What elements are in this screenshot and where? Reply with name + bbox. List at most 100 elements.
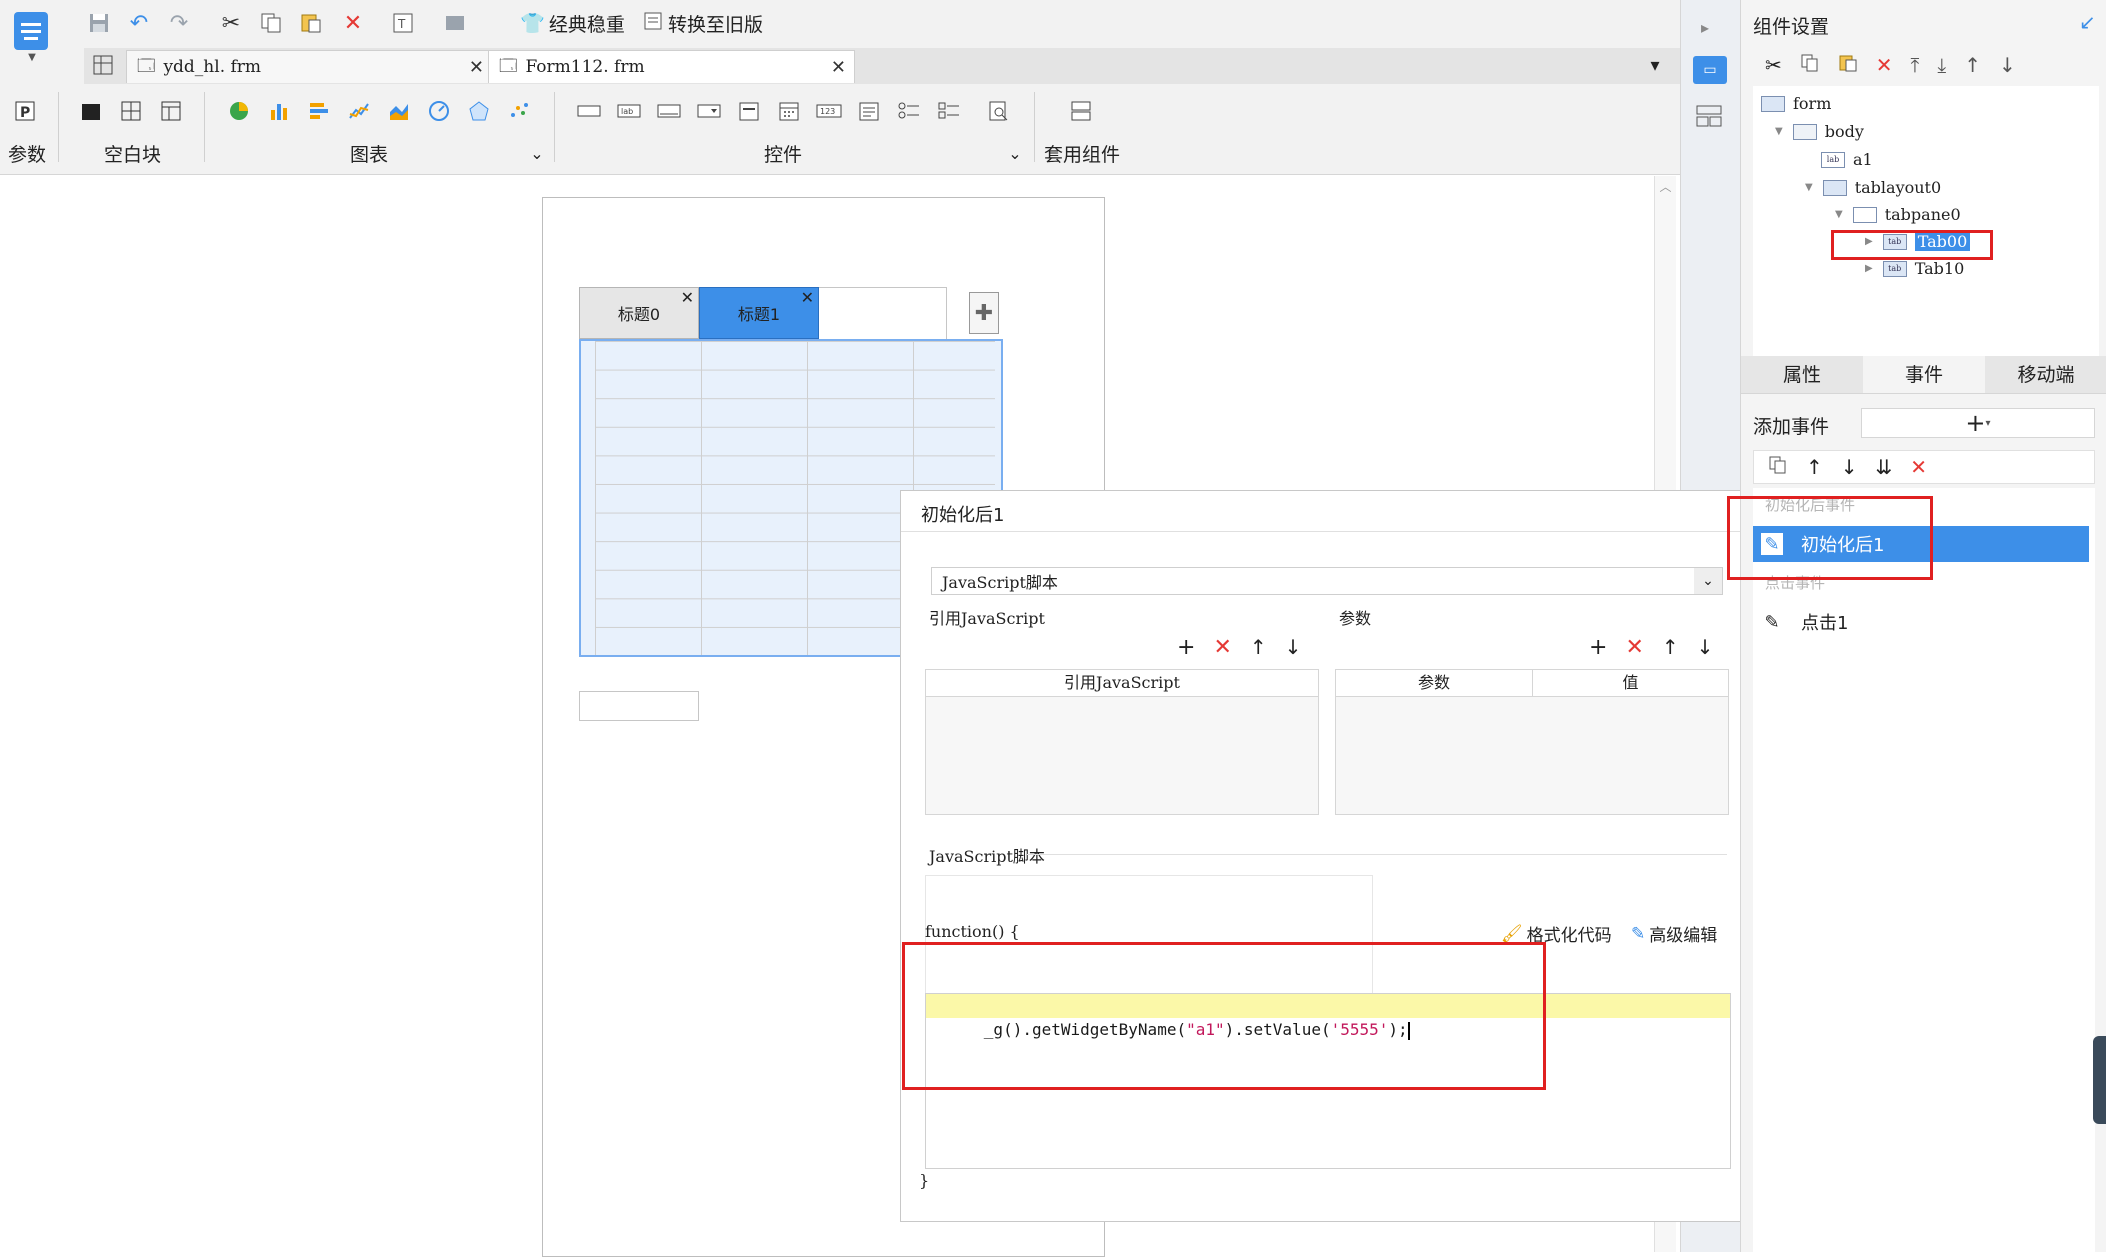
- area-chart-icon[interactable]: [384, 96, 414, 126]
- file-tab-form112[interactable]: 🗔 Form112. frm ✕: [488, 50, 855, 83]
- tree-node-a1[interactable]: lab a1: [1821, 150, 1873, 169]
- chevron-down-icon[interactable]: ⌄: [1694, 568, 1722, 594]
- paste-icon[interactable]: [1838, 53, 1858, 78]
- chevron-down-icon[interactable]: ⌄: [1000, 138, 1030, 168]
- query-widget-icon[interactable]: [984, 96, 1014, 126]
- close-icon[interactable]: ✕: [469, 57, 484, 78]
- copy-icon[interactable]: [1768, 455, 1788, 480]
- edge-handle[interactable]: [2093, 1036, 2106, 1124]
- sort-down-icon[interactable]: ⇊: [1876, 455, 1893, 479]
- date-widget-icon[interactable]: [734, 96, 764, 126]
- tree-node-tab10[interactable]: ▶ tab Tab10: [1865, 259, 1964, 278]
- move-down-icon[interactable]: ↓: [1285, 635, 1302, 659]
- textbox-widget-icon[interactable]: [574, 96, 604, 126]
- delete-icon[interactable]: ✕: [1876, 53, 1893, 77]
- close-icon[interactable]: ✕: [681, 288, 694, 307]
- app-menu-icon[interactable]: ▼: [14, 12, 50, 70]
- absolute-layout-icon[interactable]: [116, 96, 146, 126]
- close-icon[interactable]: ✕: [801, 288, 814, 307]
- convert-icon: [642, 10, 664, 37]
- widget-panel-icon[interactable]: ▭: [1693, 56, 1727, 84]
- layout-panel-icon[interactable]: [1695, 104, 1723, 132]
- tabpane-icon: [1852, 206, 1877, 223]
- preview-icon[interactable]: T: [388, 8, 418, 38]
- move-top-icon[interactable]: ⤒: [1911, 53, 1920, 77]
- close-icon[interactable]: ✕: [831, 57, 846, 78]
- scroll-up-icon[interactable]: ︿: [1655, 178, 1676, 195]
- chevron-right-icon[interactable]: ▶: [1865, 263, 1873, 274]
- move-up-icon[interactable]: ↑: [1806, 455, 1823, 479]
- collapse-arrow-icon[interactable]: ▸: [1701, 18, 1709, 37]
- tab-layout-icon[interactable]: [156, 96, 186, 126]
- params-table[interactable]: 参数 值: [1335, 669, 1729, 815]
- copy-icon[interactable]: [256, 8, 286, 38]
- checkbox-group-icon[interactable]: [934, 96, 964, 126]
- collapse-panel-icon[interactable]: ↙: [2079, 10, 2096, 34]
- textarea-widget-icon[interactable]: [854, 96, 884, 126]
- tree-node-body[interactable]: ▼ body: [1775, 122, 1864, 141]
- textbox-a1[interactable]: [579, 691, 699, 721]
- button-widget-icon[interactable]: [654, 96, 684, 126]
- radio-group-icon[interactable]: [894, 96, 924, 126]
- blank-block-icon[interactable]: [76, 96, 106, 126]
- chevron-down-icon[interactable]: ▼: [1805, 182, 1813, 193]
- add-tab-button[interactable]: ✚: [969, 292, 999, 334]
- delete-icon[interactable]: ✕: [338, 8, 368, 38]
- move-down-icon[interactable]: ↓: [1999, 53, 2016, 77]
- tab-events[interactable]: 事件: [1863, 356, 1985, 393]
- tab-title-0[interactable]: 标题0 ✕: [579, 287, 699, 339]
- add-event-dropdown[interactable]: + ▾: [1861, 408, 2095, 438]
- tree-node-tabpane0[interactable]: ▼ tabpane0: [1835, 205, 1961, 224]
- remove-icon[interactable]: ✕: [1625, 635, 1643, 660]
- chevron-down-icon[interactable]: ▼: [1775, 126, 1783, 137]
- cut-icon[interactable]: ✂: [216, 8, 246, 38]
- move-bottom-icon[interactable]: ⤓: [1937, 53, 1946, 77]
- layout-grid-icon[interactable]: [88, 50, 118, 80]
- pie-chart-icon[interactable]: [224, 96, 254, 126]
- tab-mobile[interactable]: 移动端: [1985, 356, 2106, 393]
- bar-chart-icon[interactable]: [264, 96, 294, 126]
- tree-node-form[interactable]: form: [1761, 94, 1831, 113]
- scatter-chart-icon[interactable]: [504, 96, 534, 126]
- number-widget-icon[interactable]: 123: [814, 96, 844, 126]
- chevron-down-icon[interactable]: ▼: [1835, 209, 1843, 220]
- add-icon[interactable]: +: [1177, 635, 1195, 660]
- suite-component-icon[interactable]: [1066, 96, 1096, 126]
- move-up-icon[interactable]: ↑: [1964, 53, 1981, 77]
- template-icon[interactable]: [440, 8, 470, 38]
- save-icon[interactable]: [84, 8, 114, 38]
- delete-icon[interactable]: ✕: [1910, 455, 1927, 479]
- move-down-icon[interactable]: ↓: [1697, 635, 1714, 659]
- paste-icon[interactable]: [296, 8, 326, 38]
- tab-title-1[interactable]: 标题1 ✕: [699, 287, 819, 339]
- chevron-down-icon[interactable]: ⌄: [522, 138, 552, 168]
- advanced-edit-button[interactable]: ✎ 高级编辑: [1631, 921, 1717, 947]
- move-down-icon[interactable]: ↓: [1841, 455, 1858, 479]
- label-widget-icon: lab: [1821, 151, 1845, 168]
- classic-theme-button[interactable]: 👕 经典稳重: [520, 8, 625, 38]
- script-type-select[interactable]: JavaScript脚本 ⌄: [931, 567, 1723, 595]
- parameter-icon[interactable]: P: [10, 96, 40, 126]
- add-icon[interactable]: +: [1589, 635, 1607, 660]
- event-item-click[interactable]: ✎ 点击1: [1753, 604, 2089, 640]
- horizontal-bar-icon[interactable]: [304, 96, 334, 126]
- remove-icon[interactable]: ✕: [1213, 635, 1231, 660]
- combobox-widget-icon[interactable]: [694, 96, 724, 126]
- gauge-icon[interactable]: [424, 96, 454, 126]
- tab-menu-icon[interactable]: ▾: [1640, 50, 1670, 80]
- tab-attributes[interactable]: 属性: [1741, 356, 1863, 393]
- ref-js-table[interactable]: 引用JavaScript: [925, 669, 1319, 815]
- copy-icon[interactable]: [1800, 53, 1820, 78]
- move-up-icon[interactable]: ↑: [1250, 635, 1267, 659]
- move-up-icon[interactable]: ↑: [1662, 635, 1679, 659]
- radar-chart-icon[interactable]: [464, 96, 494, 126]
- convert-old-button[interactable]: 转换至旧版: [642, 8, 763, 38]
- file-tab-ydd[interactable]: 🗔 ydd_hl. frm ✕: [126, 50, 493, 83]
- undo-icon[interactable]: ↶: [124, 8, 154, 38]
- label-widget-icon[interactable]: lab: [614, 96, 644, 126]
- tree-node-tablayout0[interactable]: ▼ tablayout0: [1805, 178, 1941, 197]
- cut-icon[interactable]: ✂: [1765, 53, 1782, 77]
- line-chart-icon[interactable]: [344, 96, 374, 126]
- redo-icon[interactable]: ↷: [164, 8, 194, 38]
- calendar-widget-icon[interactable]: [774, 96, 804, 126]
